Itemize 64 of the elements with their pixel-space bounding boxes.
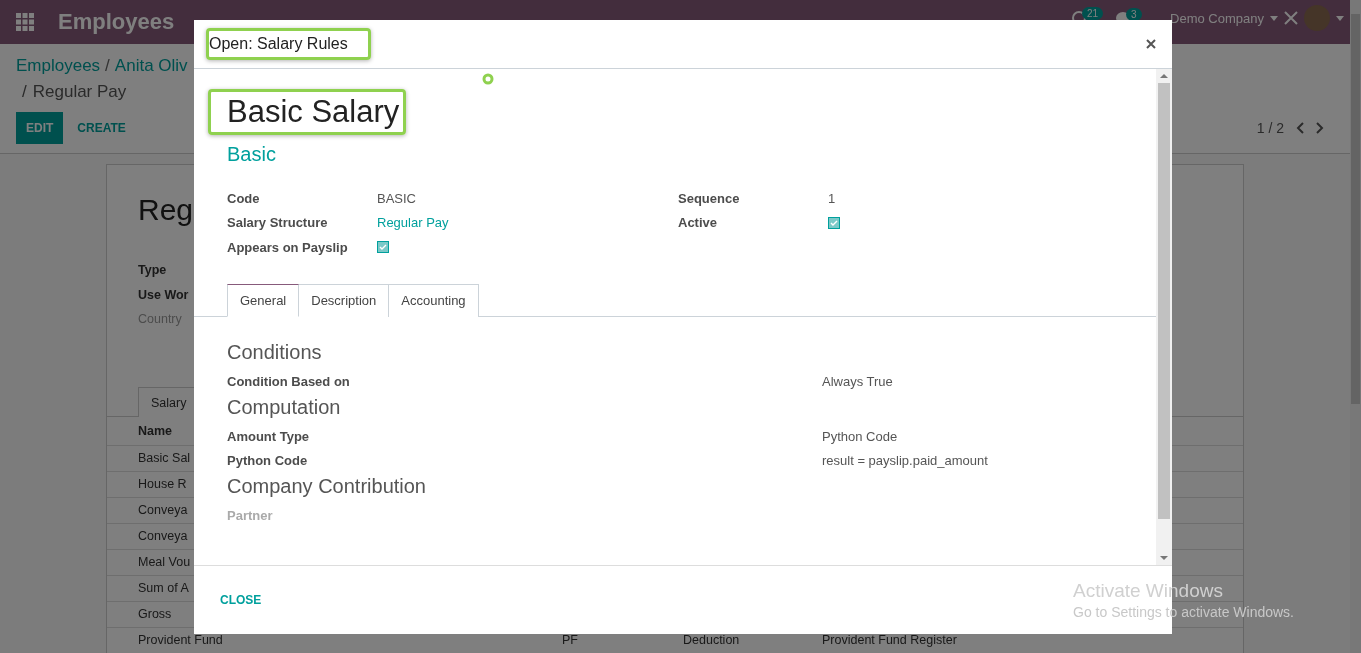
field-value: 1	[828, 190, 836, 206]
table-cell: House R	[138, 477, 187, 491]
table-cell: Sum of A	[138, 581, 189, 595]
field-label: Amount Type	[227, 429, 310, 444]
checkbox[interactable]	[828, 216, 840, 229]
breadcrumb-link[interactable]: Employees	[16, 56, 101, 76]
close-dialog-button[interactable]: CLOSE	[210, 585, 272, 615]
rule-category: Basic	[227, 143, 277, 166]
section-title: Company Contribution	[227, 474, 426, 498]
table-cell: Deduction	[683, 633, 740, 647]
field-label: Active	[678, 215, 718, 231]
table-cell: Provident Fund Register	[822, 633, 957, 647]
tab[interactable]: General	[227, 283, 300, 317]
field-label: Salary Structure	[227, 215, 328, 231]
table-cell: Provident Fund	[138, 633, 223, 647]
scroll-down-icon	[1160, 556, 1168, 560]
checkbox[interactable]	[377, 241, 389, 254]
section-title: Conditions	[227, 340, 322, 364]
caret-icon	[1270, 15, 1278, 21]
breadcrumb-current: Regular Pay	[32, 82, 127, 102]
field-label: Partner	[227, 508, 273, 523]
edit-button[interactable]: EDIT	[16, 112, 64, 144]
field-value: result = payslip.paid_amount	[822, 453, 988, 468]
chevron-left-icon	[1296, 122, 1304, 134]
create-button[interactable]: CREATE	[63, 112, 140, 144]
close-icon	[1146, 39, 1156, 49]
app-title: Employees	[58, 9, 175, 35]
tab[interactable]: Description	[299, 283, 390, 317]
pager-count: 1 / 2	[1256, 120, 1284, 136]
field-label: Python Code	[227, 453, 308, 468]
table-cell: Conveya	[138, 503, 188, 517]
rule-name: Basic Salary	[208, 89, 407, 135]
activity-count: 21	[1082, 7, 1104, 20]
chevron-right-icon	[1316, 122, 1324, 134]
field-value: Always True	[822, 374, 893, 389]
field-label: Sequence	[678, 190, 740, 206]
table-cell: Meal Vou	[138, 555, 191, 569]
page-scrollbar[interactable]	[1350, 0, 1361, 653]
dialog-scrollbar[interactable]	[1156, 69, 1172, 565]
field-label: Condition Based on	[227, 374, 350, 389]
field-label: Type	[138, 262, 167, 279]
tab[interactable]: Accounting	[389, 283, 479, 317]
breadcrumb-separator: /	[105, 56, 110, 76]
annotation-dot	[482, 73, 494, 85]
section-title: Computation	[227, 395, 341, 419]
breadcrumb-separator: /	[22, 82, 27, 102]
table-cell: Conveya	[138, 529, 188, 543]
app-grid-icon	[16, 13, 34, 31]
company-switcher[interactable]: Demo Company	[1170, 10, 1264, 26]
dialog-title: Open: Salary Rules	[206, 28, 371, 60]
scroll-up-icon	[1160, 74, 1168, 78]
field-label: Use Wor	[138, 286, 189, 304]
form-title: Reg	[138, 192, 194, 228]
field-label: Appears on Payslip	[227, 239, 348, 255]
column-header: Name	[138, 423, 173, 438]
field-value: BASIC	[377, 190, 416, 206]
table-cell: Gross	[138, 607, 172, 621]
field-link[interactable]: Regular Pay	[377, 215, 449, 231]
table-cell: Basic Sal	[138, 451, 191, 465]
breadcrumb-link[interactable]: Anita Oliv	[114, 56, 188, 76]
field-value: Python Code	[822, 429, 898, 444]
field-label: Code	[227, 190, 260, 206]
caret-icon	[1336, 15, 1344, 21]
table-cell: PF	[562, 633, 578, 647]
